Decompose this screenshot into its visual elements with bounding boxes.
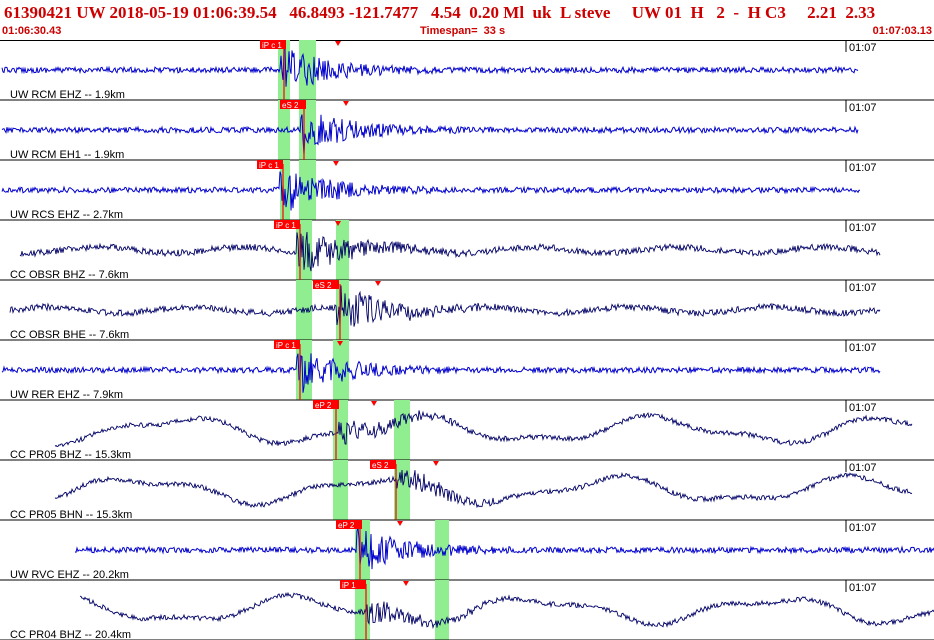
time-tick-label: 01:07 bbox=[849, 462, 877, 474]
station-label: UW RVC EHZ -- 20.2km bbox=[10, 569, 129, 581]
trace-row[interactable]: iP c 1 01:07 CC OBSR BHZ -- 7.6km bbox=[0, 220, 934, 281]
waveform bbox=[54, 410, 913, 448]
time-tick-label: 01:07 bbox=[849, 342, 877, 354]
station-label: UW RCS EHZ -- 2.7km bbox=[10, 209, 123, 221]
pick-label: eP 2 bbox=[315, 401, 332, 410]
pick-triangle-icon[interactable] bbox=[403, 581, 409, 586]
station-label: CC PR04 BHZ -- 20.4km bbox=[10, 629, 131, 640]
station-label: CC OBSR BHE -- 7.6km bbox=[10, 329, 129, 341]
station-label: UW RCM EHZ -- 1.9km bbox=[10, 89, 125, 101]
station-label: UW RER EHZ -- 7.9km bbox=[10, 389, 123, 401]
pick-label: eS 2 bbox=[282, 101, 299, 110]
station-label: CC OBSR BHZ -- 7.6km bbox=[10, 269, 129, 281]
waveform bbox=[1, 353, 881, 393]
pick-triangle-icon[interactable] bbox=[335, 41, 341, 46]
station-label: CC PR05 BHZ -- 15.3km bbox=[10, 449, 131, 461]
pick-label: eS 2 bbox=[315, 281, 332, 290]
trace-row[interactable]: eS 2 01:07 UW RCM EH1 -- 1.9km bbox=[0, 100, 934, 161]
pick-window[interactable] bbox=[394, 400, 410, 460]
waveform bbox=[74, 527, 934, 570]
time-tick-label: 01:07 bbox=[849, 582, 877, 594]
pick-label: iP c 1 bbox=[276, 341, 296, 350]
waveform bbox=[1, 47, 859, 87]
time-tick-label: 01:07 bbox=[849, 162, 877, 174]
pick-label: eS 2 bbox=[372, 461, 389, 470]
waveform bbox=[1, 114, 859, 155]
trace-row[interactable]: eS 2 01:07 CC PR05 BHN -- 15.3km bbox=[0, 460, 934, 521]
trace-row[interactable]: iP c 1 01:07 UW RCM EHZ -- 1.9km bbox=[0, 40, 934, 101]
station-label: CC PR05 BHN -- 15.3km bbox=[10, 509, 132, 521]
end-time: 01:07:03.13 bbox=[872, 25, 932, 37]
time-tick-label: 01:07 bbox=[849, 522, 877, 534]
time-tick-label: 01:07 bbox=[849, 402, 877, 414]
pick-label: iP c 1 bbox=[276, 221, 296, 230]
waveform bbox=[9, 285, 881, 328]
start-time: 01:06:30.43 bbox=[2, 25, 62, 37]
pick-window[interactable] bbox=[333, 460, 348, 520]
pick-label: eP 2 bbox=[338, 521, 355, 530]
pick-label: iP c 1 bbox=[259, 161, 279, 170]
waveform bbox=[79, 591, 934, 630]
trace-row[interactable]: eP 2 01:07 CC PR05 BHZ -- 15.3km bbox=[0, 400, 934, 461]
trace-row[interactable]: eS 2 01:07 CC OBSR BHE -- 7.6km bbox=[0, 280, 934, 341]
trace-row[interactable]: iP 1 01:07 CC PR04 BHZ -- 20.4km bbox=[0, 580, 934, 640]
trace-row[interactable]: iP c 1 01:07 UW RER EHZ -- 7.9km bbox=[0, 340, 934, 401]
pick-triangle-icon[interactable] bbox=[433, 461, 439, 466]
time-tick-label: 01:07 bbox=[849, 42, 877, 54]
pick-triangle-icon[interactable] bbox=[333, 161, 339, 166]
seismogram-panel[interactable]: iP c 1 01:07 UW RCM EHZ -- 1.9km eS 2 01:07 U… bbox=[0, 40, 934, 640]
timespan-label: Timespan= 33 s bbox=[420, 25, 506, 37]
trace-row[interactable]: eP 2 01:07 UW RVC EHZ -- 20.2km bbox=[0, 520, 934, 581]
trace-row[interactable]: iP c 1 01:07 UW RCS EHZ -- 2.7km bbox=[0, 160, 934, 221]
time-tick-label: 01:07 bbox=[849, 222, 877, 234]
time-tick-label: 01:07 bbox=[849, 102, 877, 114]
pick-window[interactable] bbox=[435, 580, 449, 640]
pick-triangle-icon[interactable] bbox=[343, 101, 349, 106]
waveform bbox=[54, 469, 913, 509]
pick-label: iP 1 bbox=[342, 581, 356, 590]
pick-label: iP c 1 bbox=[262, 41, 282, 50]
time-tick-label: 01:07 bbox=[849, 282, 877, 294]
waveform bbox=[1, 171, 860, 211]
waveform bbox=[19, 231, 881, 272]
event-title: 61390421 UW 2018-05-19 01:06:39.54 46.84… bbox=[4, 3, 876, 22]
station-label: UW RCM EH1 -- 1.9km bbox=[10, 149, 124, 161]
pick-triangle-icon[interactable] bbox=[397, 521, 403, 526]
pick-triangle-icon[interactable] bbox=[371, 401, 377, 406]
pick-triangle-icon[interactable] bbox=[375, 281, 381, 286]
event-header: 61390421 UW 2018-05-19 01:06:39.54 46.84… bbox=[0, 0, 934, 41]
